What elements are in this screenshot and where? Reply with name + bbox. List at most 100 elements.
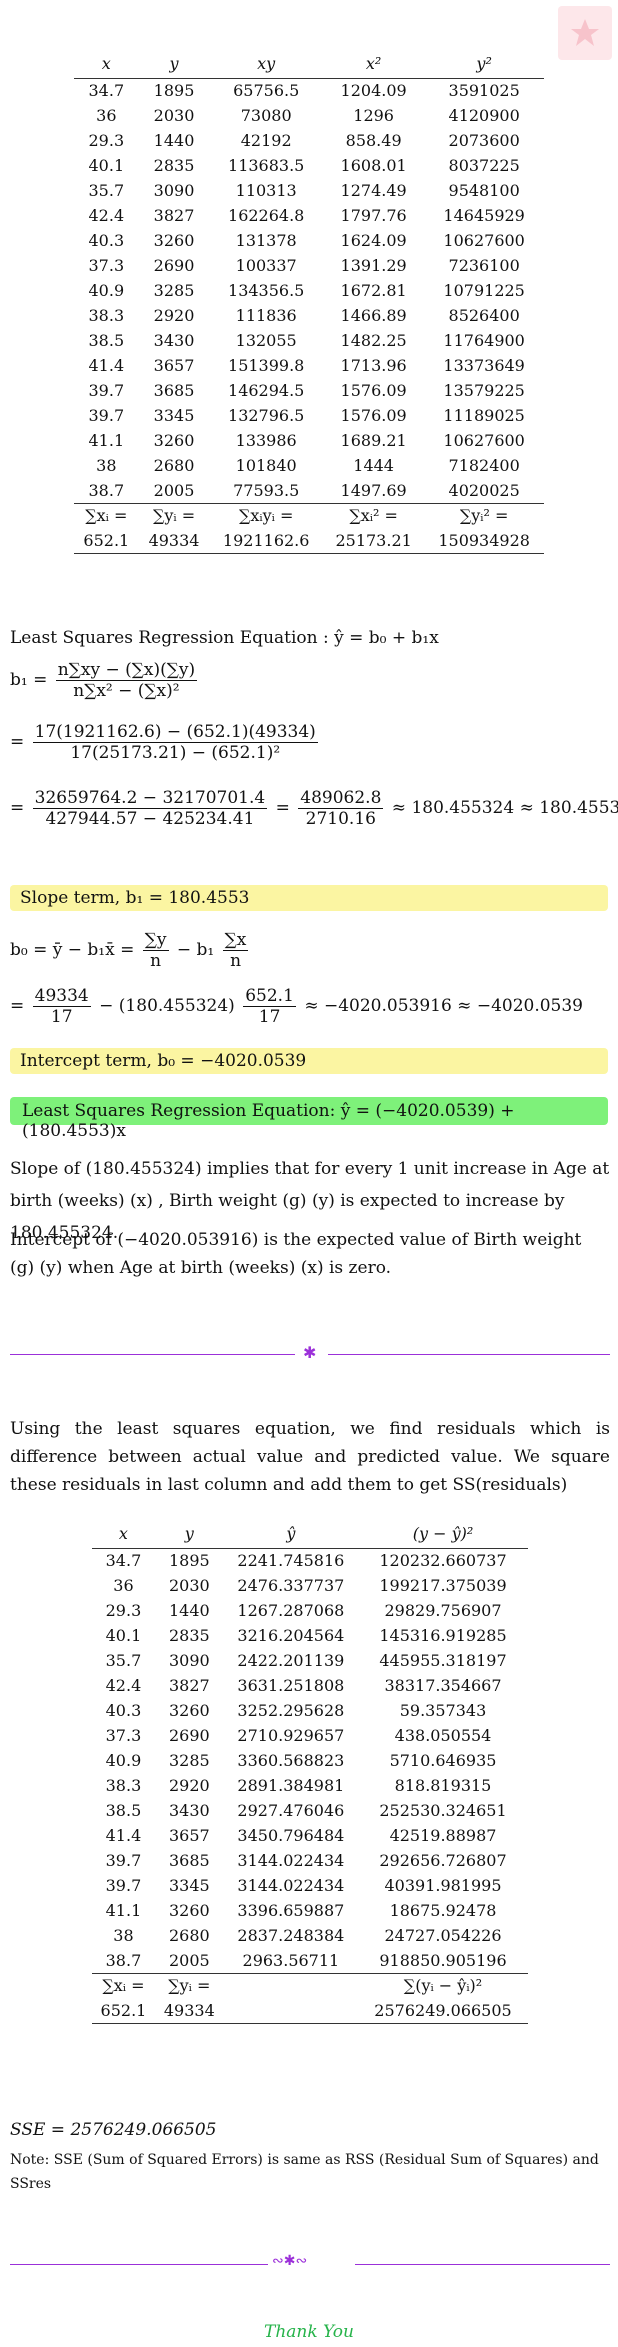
table-cell: 41.1 (88, 431, 125, 450)
table-cell: 2927.476046 (237, 1801, 345, 1820)
residuals-table-header-cell: y (154, 1520, 224, 1549)
table-cell: 8037225 (448, 156, 520, 175)
table-cell: 2422.201139 (237, 1651, 345, 1670)
table-cell: 3430 (168, 1801, 210, 1820)
sum-value-cell (223, 1998, 359, 2024)
table-cell: 918850.905196 (379, 1950, 507, 1970)
table-cell: 445955.318197 (379, 1651, 507, 1670)
table-cell: 1624.09 (340, 231, 407, 250)
table-cell: 40.1 (105, 1626, 142, 1645)
table-cell: 1296 (353, 106, 394, 125)
table-cell: 1576.09 (340, 406, 407, 425)
table-cell: 65756.5 (233, 81, 300, 101)
table-cell: 252530.324651 (379, 1801, 507, 1820)
sum-value-cell: 652.1 (92, 1998, 155, 2024)
sums-table-header-cell: x² (322, 50, 425, 79)
b0-den-2: n (230, 951, 242, 971)
table-cell: 9548100 (448, 181, 520, 200)
b0-frac-2: ∑x n (222, 930, 249, 971)
regression-equation-title: Least Squares Regression Equation : ŷ = … (10, 628, 439, 648)
residuals-table-header: x y ŷ (y − ŷ)² (92, 1520, 528, 1549)
sse-note: Note: SSE (Sum of Squared Errors) is sam… (10, 2152, 599, 2192)
table-cell: 29.3 (88, 131, 125, 150)
footer-ornament-icon: ∾✱∾ (272, 2253, 308, 2269)
table-cell: 3260 (168, 1701, 210, 1720)
table-row: 41.4 3657 151399.8 1713.96 13373649 (74, 353, 544, 378)
table-cell: 4120900 (448, 106, 520, 125)
table-row: 39.7 3345 132796.5 1576.09 11189025 (74, 403, 544, 428)
table-cell: 2690 (168, 1726, 210, 1745)
table-row: 29.3 1440 42192 858.49 2073600 (74, 128, 544, 153)
table-cell: 38.5 (88, 331, 125, 350)
sum-label-cell: ∑(yᵢ − ŷᵢ)² (358, 1972, 528, 1998)
sum-label-cell: ∑yᵢ = (154, 1972, 224, 1998)
b1-calculation: = 32659764.2 − 32170701.4 427944.57 − 42… (10, 788, 618, 829)
table-cell: 2690 (153, 256, 195, 275)
table-row: 38.7 2005 2963.56711 918850.905196 (92, 1948, 528, 1973)
table-cell: 29829.756907 (384, 1601, 502, 1620)
table-cell: 1689.21 (340, 431, 407, 450)
b1-result: ≈ 180.455324 ≈ 180.4553 (391, 798, 618, 818)
table-cell: 3360.568823 (237, 1751, 345, 1770)
table-cell: 1672.81 (340, 281, 407, 300)
table-cell: 3657 (153, 356, 195, 375)
table-cell: 37.3 (105, 1726, 142, 1745)
table-cell: 13579225 (443, 381, 525, 400)
table-row: 35.7 3090 2422.201139 445955.318197 (92, 1648, 528, 1673)
table-cell: 3591025 (448, 81, 520, 101)
table-row: 38.5 3430 132055 1482.25 11764900 (74, 328, 544, 353)
table-cell: 1576.09 (340, 381, 407, 400)
sum-value-cell: 2576249.066505 (358, 1998, 528, 2024)
table-cell: 3631.251808 (237, 1676, 345, 1695)
b1-calc-num-2: 489062.8 (298, 788, 384, 809)
table-cell: 35.7 (88, 181, 125, 200)
table-row: 39.7 3685 3144.022434 292656.726807 (92, 1848, 528, 1873)
table-cell: 3827 (153, 206, 195, 225)
b0-sub-frac-1: 49334 17 (32, 986, 91, 1027)
table-cell: 100337 (235, 256, 297, 275)
b0-den-1: n (150, 951, 162, 971)
thank-you-text: Thank You (263, 2322, 354, 2342)
table-cell: 3827 (168, 1676, 210, 1695)
table-cell: 29.3 (105, 1601, 142, 1620)
table-cell: 39.7 (105, 1851, 142, 1870)
sum-label-cell: ∑yᵢ² = (424, 502, 544, 528)
table-cell: 132796.5 (228, 406, 305, 425)
table-cell: 3285 (168, 1751, 210, 1770)
table-row: 41.1 3260 3396.659887 18675.92478 (92, 1898, 528, 1923)
table-cell: 10627600 (443, 431, 525, 450)
table-cell: 2030 (153, 106, 195, 125)
table-cell: 3396.659887 (237, 1901, 345, 1920)
table-cell: 132055 (235, 331, 297, 350)
table-cell: 101840 (235, 456, 297, 475)
table-cell: 11189025 (443, 406, 525, 425)
b1-calc-fraction-1: 32659764.2 − 32170701.4 427944.57 − 4252… (32, 788, 268, 829)
table-cell: 59.357343 (399, 1701, 487, 1720)
table-cell: 2963.56711 (242, 1950, 340, 1970)
table-cell: 3090 (168, 1651, 210, 1670)
table-cell: 10627600 (443, 231, 525, 250)
table-cell: 38 (113, 1926, 134, 1945)
table-cell: 2241.745816 (237, 1551, 345, 1571)
table-cell: 13373649 (443, 356, 525, 375)
b0-substitution: = 49334 17 − (180.455324) 652.1 17 ≈ −40… (10, 986, 583, 1027)
table-cell: 1895 (153, 81, 195, 101)
table-cell: 134356.5 (228, 281, 305, 300)
table-cell: 3260 (153, 431, 195, 450)
table-cell: 42519.88987 (389, 1826, 497, 1845)
table-cell: 131378 (235, 231, 297, 250)
table-cell: 1713.96 (340, 356, 407, 375)
table-cell: 2920 (153, 306, 195, 325)
table-cell: 3285 (153, 281, 195, 300)
b0-label: b₀ = ȳ − b₁x̄ = (10, 940, 135, 960)
table-row: 39.7 3345 3144.022434 40391.981995 (92, 1873, 528, 1898)
table-cell: 1608.01 (340, 156, 407, 175)
b1-sub-numerator: 17(1921162.6) − (652.1)(49334) (32, 722, 318, 743)
sum-label-cell: ∑xᵢyᵢ = (209, 502, 323, 528)
table-cell: 2005 (153, 480, 195, 500)
sum-value-cell: 49334 (154, 1998, 224, 2024)
b1-calc-den-2: 2710.16 (305, 809, 376, 829)
table-cell: 162264.8 (228, 206, 305, 225)
table-row: 39.7 3685 146294.5 1576.09 13579225 (74, 378, 544, 403)
table-cell: 36 (96, 106, 117, 125)
